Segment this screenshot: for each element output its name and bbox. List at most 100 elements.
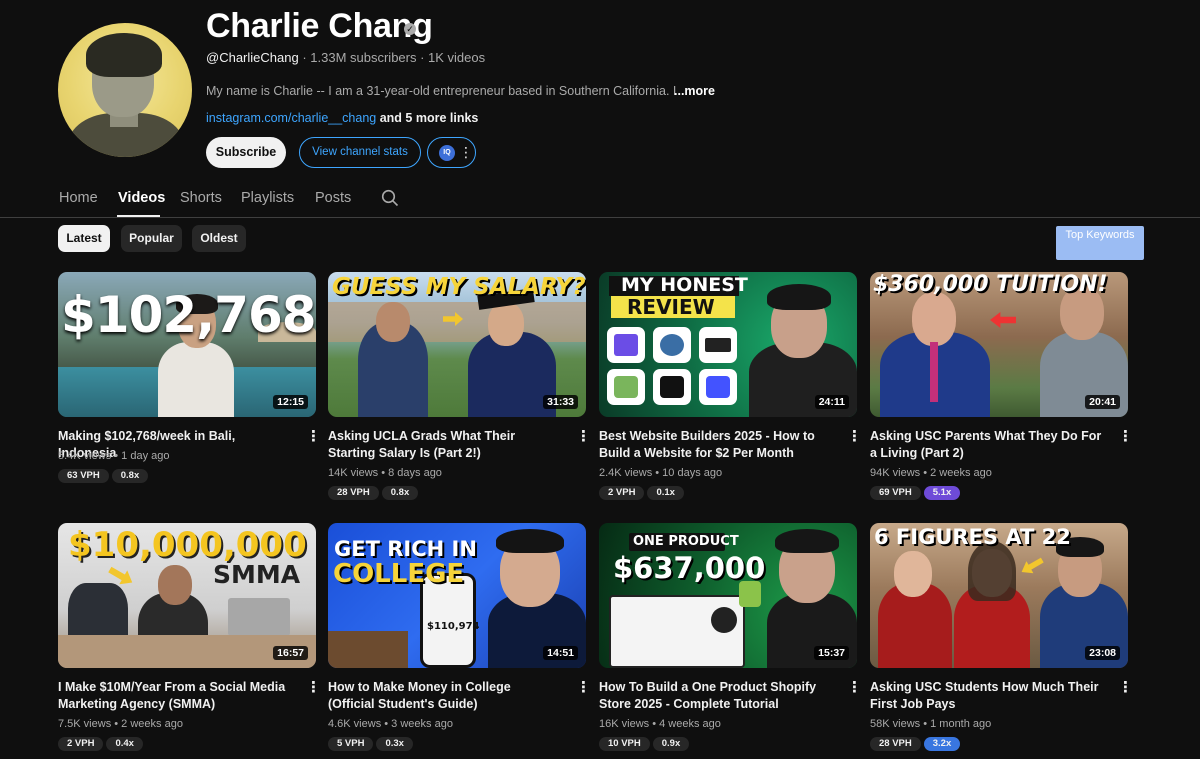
filter-latest[interactable]: Latest [58,225,110,252]
channel-handle: @CharlieChang [206,50,299,65]
video-thumbnail[interactable]: $10,000,000 SMMA 16:57 [58,523,316,668]
video-duration: 23:08 [1085,646,1120,660]
video-card[interactable]: 6 FIGURES AT 22 23:08 Asking USC Student… [870,523,1133,751]
thumb-subtitle-text: $637,000 [613,551,766,585]
video-badges: 10 VPH 0.9x [599,733,692,751]
thumb-title-text: MY HONEST [621,274,748,296]
video-thumbnail[interactable]: GET RICH IN COLLEGE $110,974 14:51 [328,523,586,668]
tab-playlists[interactable]: Playlists [241,190,294,206]
shopify-logo-icon [739,581,761,607]
video-duration: 14:51 [543,646,578,660]
view-channel-stats-button[interactable]: View channel stats [299,137,421,168]
multiplier-badge: 5.1x [923,486,961,500]
tab-posts[interactable]: Posts [315,190,351,206]
video-thumbnail[interactable]: $102,768 12:15 [58,272,316,417]
video-badges: 63 VPH 0.8x [58,465,151,483]
video-card[interactable]: GET RICH IN COLLEGE $110,974 14:51 How t… [328,523,591,751]
tab-home[interactable]: Home [59,190,98,206]
robe-shape [158,342,234,417]
hair-shape [496,529,564,553]
webflow-logo-icon [706,376,730,398]
video-stats: 7.5K views • 2 weeks ago [58,718,183,730]
description-more-link[interactable]: ...more [674,84,715,98]
thumb-title-text: $102,768 [61,286,316,344]
more-vert-icon[interactable]: ⋮ [306,428,321,445]
video-title[interactable]: Asking UCLA Grads What Their Starting Sa… [328,428,560,462]
more-vert-icon: ⋮ [459,144,473,160]
video-duration: 20:41 [1085,395,1120,409]
video-stats: 5.4K views • 1 day ago [58,450,170,462]
more-vert-icon[interactable]: ⋮ [306,679,321,696]
video-card[interactable]: MY HONEST REVIEW 24:11 Best Website Buil… [599,272,862,500]
subscribe-button[interactable]: Subscribe [206,137,286,168]
instagram-link[interactable]: instagram.com/charlie__chang [206,111,376,125]
video-age: 4 weeks ago [659,718,721,730]
video-card[interactable]: $10,000,000 SMMA 16:57 I Make $10M/Year … [58,523,321,751]
channel-avatar[interactable] [58,23,192,157]
video-title[interactable]: Asking USC Parents What They Do For a Li… [870,428,1102,462]
shopify-logo-icon [614,376,638,398]
video-stats: 4.6K views • 3 weeks ago [328,718,453,730]
video-thumbnail[interactable]: ONE PRODUCT $637,000 15:37 [599,523,857,668]
thumb-subtitle-text: SMMA [213,560,301,589]
more-vert-icon[interactable]: ⋮ [576,679,591,696]
video-duration: 16:57 [273,646,308,660]
vph-badge: 28 VPH [870,737,921,751]
more-vert-icon[interactable]: ⋮ [1118,679,1133,696]
video-stats: 94K views • 2 weeks ago [870,467,992,479]
more-vert-icon[interactable]: ⋮ [1118,428,1133,445]
books-shape [328,631,408,668]
extension-button[interactable]: IQ ⋮ [427,137,476,168]
video-title[interactable]: Best Website Builders 2025 - How to Buil… [599,428,831,462]
head-shape [488,302,524,346]
video-card[interactable]: ONE PRODUCT $637,000 15:37 How To Build … [599,523,862,751]
filter-oldest[interactable]: Oldest [192,225,246,252]
video-badges: 5 VPH 0.3x [328,733,416,751]
video-card[interactable]: $360,000 TUITION! 20:41 Asking USC Paren… [870,272,1133,500]
filter-popular[interactable]: Popular [121,225,182,252]
thumb-title-text: ONE PRODUCT [633,534,739,549]
video-views: 94K views [870,467,921,479]
video-age: 2 weeks ago [930,467,992,479]
search-icon[interactable] [381,189,399,207]
video-views: 4.6K views [328,718,382,730]
thumb-title-text: GUESS MY SALARY? [332,274,586,300]
tie-shape [930,342,938,402]
video-thumbnail[interactable]: MY HONEST REVIEW 24:11 [599,272,857,417]
head-shape [912,292,956,346]
video-title[interactable]: How to Make Money in College (Official S… [328,679,560,713]
video-thumbnail[interactable]: 6 FIGURES AT 22 23:08 [870,523,1128,668]
more-vert-icon[interactable]: ⋮ [847,679,862,696]
video-badges: 2 VPH 0.1x [599,482,687,500]
channel-description[interactable]: My name is Charlie -- I am a 31-year-old… [206,84,676,98]
top-keywords-button[interactable]: Top Keywords [1056,226,1144,260]
video-thumbnail[interactable]: $360,000 TUITION! 20:41 [870,272,1128,417]
tab-shorts[interactable]: Shorts [180,190,222,206]
phone-amount-text: $110,974 [427,621,480,632]
video-title[interactable]: I Make $10M/Year From a Social Media Mar… [58,679,290,713]
video-age: 1 day ago [121,450,170,462]
video-duration: 15:37 [814,646,849,660]
iq-extension-icon: IQ [439,145,455,161]
tab-videos[interactable]: Videos [118,190,165,206]
channel-stats: · 1.33M subscribers · 1K videos [302,50,486,65]
more-vert-icon[interactable]: ⋮ [576,428,591,445]
video-card[interactable]: $102,768 12:15 Making $102,768/week in B… [58,272,321,483]
video-views: 2.4K views [599,467,653,479]
video-card[interactable]: GUESS MY SALARY? 31:33 Asking UCLA Grads… [328,272,591,500]
laptop-shape [228,598,290,636]
video-duration: 24:11 [814,395,849,409]
multiplier-badge: 3.2x [923,737,961,751]
video-badges: 28 VPH 0.8x [328,482,421,500]
more-links-button[interactable]: and 5 more links [380,111,479,125]
video-stats: 16K views • 4 weeks ago [599,718,721,730]
video-title[interactable]: Asking USC Students How Much Their First… [870,679,1102,713]
hair-shape [767,284,831,310]
vph-badge: 63 VPH [58,469,109,483]
more-vert-icon[interactable]: ⋮ [847,428,862,445]
video-age: 3 weeks ago [391,718,453,730]
head-shape [158,565,192,605]
video-title[interactable]: How To Build a One Product Shopify Store… [599,679,831,713]
video-stats: 58K views • 1 month ago [870,718,992,730]
video-thumbnail[interactable]: GUESS MY SALARY? 31:33 [328,272,586,417]
